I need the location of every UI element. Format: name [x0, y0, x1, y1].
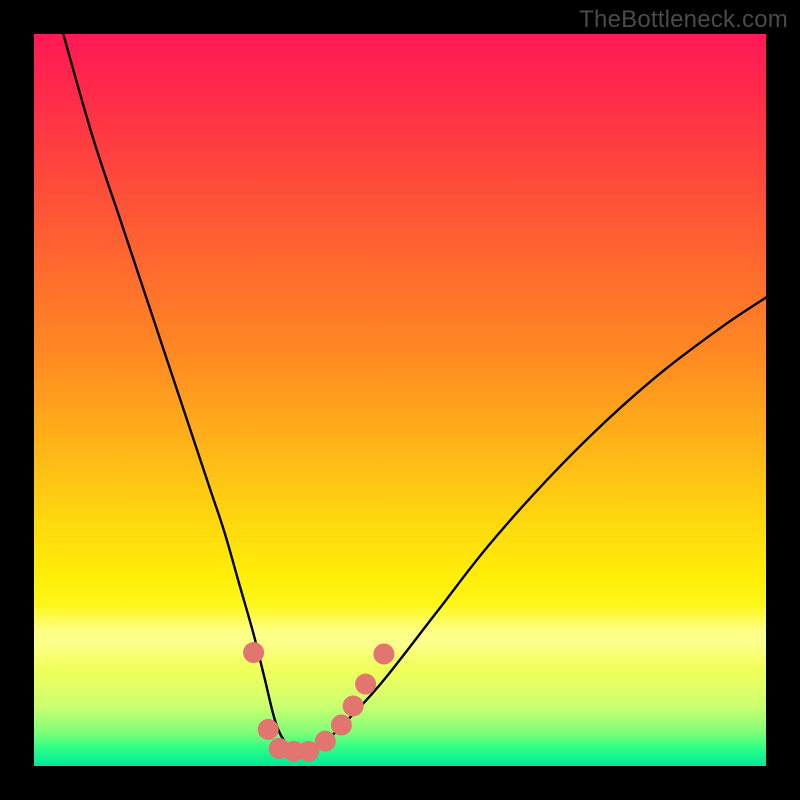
data-point-4 — [298, 741, 319, 762]
data-point-1 — [258, 719, 279, 740]
chart-svg — [34, 34, 766, 766]
highlight-band — [34, 605, 766, 671]
data-point-7 — [343, 695, 364, 716]
plot-area — [34, 34, 766, 766]
data-point-9 — [373, 644, 394, 665]
data-points — [243, 642, 394, 762]
data-point-8 — [355, 674, 376, 695]
bottleneck-curve — [63, 34, 766, 753]
watermark-text: TheBottleneck.com — [579, 6, 788, 34]
data-point-3 — [283, 741, 304, 762]
data-point-6 — [331, 715, 352, 736]
chart-frame: TheBottleneck.com — [0, 0, 800, 800]
data-point-5 — [315, 731, 336, 752]
data-point-0 — [243, 642, 264, 663]
data-point-2 — [269, 738, 290, 759]
